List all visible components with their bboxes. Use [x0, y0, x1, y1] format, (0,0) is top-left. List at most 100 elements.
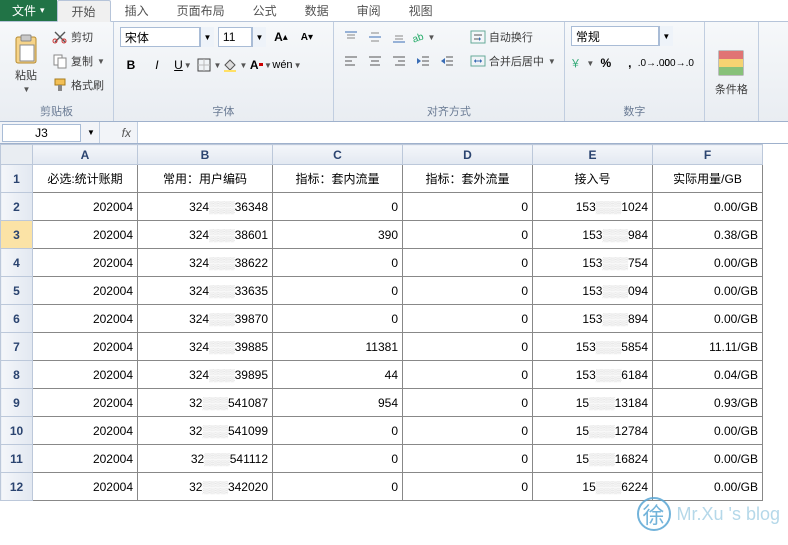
tab-view[interactable]: 视图 — [395, 0, 447, 21]
increase-font-button[interactable]: A▴ — [270, 26, 292, 48]
cell-E3[interactable]: 153▒▒▒984 — [533, 221, 653, 249]
row-header-10[interactable]: 10 — [1, 417, 33, 445]
cell-B11[interactable]: 32▒▒▒541112 — [138, 445, 273, 473]
chevron-down-icon[interactable]: ▼ — [252, 27, 266, 47]
formula-input[interactable] — [138, 122, 788, 143]
cell-C10[interactable]: 0 — [273, 417, 403, 445]
cell-D8[interactable]: 0 — [403, 361, 533, 389]
font-size-select[interactable]: 11 — [218, 27, 252, 47]
font-color-button[interactable]: A▼ — [250, 54, 272, 76]
align-middle-button[interactable] — [364, 26, 386, 48]
cell-C3[interactable]: 390 — [273, 221, 403, 249]
cell-C2[interactable]: 0 — [273, 193, 403, 221]
cell-A2[interactable]: 202004 — [33, 193, 138, 221]
bold-button[interactable]: B — [120, 54, 142, 76]
cell-E8[interactable]: 153▒▒▒6184 — [533, 361, 653, 389]
cell-E4[interactable]: 153▒▒▒754 — [533, 249, 653, 277]
cell-B2[interactable]: 324▒▒▒36348 — [138, 193, 273, 221]
row-header-9[interactable]: 9 — [1, 389, 33, 417]
percent-button[interactable]: % — [595, 52, 617, 74]
spreadsheet-grid[interactable]: ABCDEF1必选:统计账期常用：用户编码指标：套内流量指标：套外流量接入号实际… — [0, 144, 788, 545]
conditional-formatting-button[interactable]: 条件格 — [711, 26, 752, 117]
cell-B3[interactable]: 324▒▒▒38601 — [138, 221, 273, 249]
col-header-C[interactable]: C — [273, 145, 403, 165]
cell-F6[interactable]: 0.00/GB — [653, 305, 763, 333]
cell-B6[interactable]: 324▒▒▒39870 — [138, 305, 273, 333]
fx-button[interactable]: fx — [100, 122, 138, 143]
cell-D9[interactable]: 0 — [403, 389, 533, 417]
cell-A10[interactable]: 202004 — [33, 417, 138, 445]
cell-C9[interactable]: 954 — [273, 389, 403, 417]
row-header-4[interactable]: 4 — [1, 249, 33, 277]
row-header-11[interactable]: 11 — [1, 445, 33, 473]
chevron-down-icon[interactable]: ▼ — [83, 128, 99, 137]
cell-F1[interactable]: 实际用量/GB — [653, 165, 763, 193]
phonetic-button[interactable]: wén▼ — [276, 54, 298, 76]
align-right-button[interactable] — [388, 50, 410, 72]
chevron-down-icon[interactable]: ▼ — [200, 27, 214, 47]
format-painter-button[interactable]: 格式刷 — [50, 74, 107, 96]
orientation-button[interactable]: ab▼ — [412, 26, 434, 48]
paste-button[interactable]: 粘贴 ▼ — [6, 26, 46, 101]
cell-F2[interactable]: 0.00/GB — [653, 193, 763, 221]
cell-E10[interactable]: 15▒▒▒12784 — [533, 417, 653, 445]
decrease-decimal-button[interactable]: .00→.0 — [667, 52, 689, 74]
align-left-button[interactable] — [340, 50, 362, 72]
align-bottom-button[interactable] — [388, 26, 410, 48]
cell-F9[interactable]: 0.93/GB — [653, 389, 763, 417]
col-header-D[interactable]: D — [403, 145, 533, 165]
cell-A3[interactable]: 202004 — [33, 221, 138, 249]
cell-C6[interactable]: 0 — [273, 305, 403, 333]
row-header-12[interactable]: 12 — [1, 473, 33, 501]
cell-B4[interactable]: 324▒▒▒38622 — [138, 249, 273, 277]
tab-home[interactable]: 开始 — [57, 0, 111, 22]
cell-A1[interactable]: 必选:统计账期 — [33, 165, 138, 193]
cell-A12[interactable]: 202004 — [33, 473, 138, 501]
cell-E7[interactable]: 153▒▒▒5854 — [533, 333, 653, 361]
number-format-select[interactable]: 常规 — [571, 26, 659, 46]
cell-E1[interactable]: 接入号 — [533, 165, 653, 193]
cell-E2[interactable]: 153▒▒▒1024 — [533, 193, 653, 221]
decrease-indent-button[interactable] — [412, 50, 434, 72]
cell-B12[interactable]: 32▒▒▒342020 — [138, 473, 273, 501]
row-header-7[interactable]: 7 — [1, 333, 33, 361]
increase-indent-button[interactable] — [436, 50, 458, 72]
col-header-B[interactable]: B — [138, 145, 273, 165]
col-header-E[interactable]: E — [533, 145, 653, 165]
cell-F5[interactable]: 0.00/GB — [653, 277, 763, 305]
cell-B5[interactable]: 324▒▒▒33635 — [138, 277, 273, 305]
cell-A4[interactable]: 202004 — [33, 249, 138, 277]
cell-A7[interactable]: 202004 — [33, 333, 138, 361]
row-header-3[interactable]: 3 — [1, 221, 33, 249]
cell-D2[interactable]: 0 — [403, 193, 533, 221]
cell-B1[interactable]: 常用：用户编码 — [138, 165, 273, 193]
select-all-corner[interactable] — [1, 145, 33, 165]
tab-formulas[interactable]: 公式 — [239, 0, 291, 21]
cell-A6[interactable]: 202004 — [33, 305, 138, 333]
cell-A11[interactable]: 202004 — [33, 445, 138, 473]
tab-file[interactable]: 文件 — [0, 0, 57, 21]
cell-F4[interactable]: 0.00/GB — [653, 249, 763, 277]
cell-C12[interactable]: 0 — [273, 473, 403, 501]
cell-D4[interactable]: 0 — [403, 249, 533, 277]
cell-C11[interactable]: 0 — [273, 445, 403, 473]
cell-D12[interactable]: 0 — [403, 473, 533, 501]
merge-center-button[interactable]: 合并后居中▼ — [468, 50, 558, 72]
cell-E6[interactable]: 153▒▒▒894 — [533, 305, 653, 333]
cell-E5[interactable]: 153▒▒▒094 — [533, 277, 653, 305]
cell-B10[interactable]: 32▒▒▒541099 — [138, 417, 273, 445]
fill-color-button[interactable]: ▼ — [224, 54, 246, 76]
tab-data[interactable]: 数据 — [291, 0, 343, 21]
decrease-font-button[interactable]: A▾ — [296, 26, 318, 48]
cell-F7[interactable]: 11.11/GB — [653, 333, 763, 361]
row-header-5[interactable]: 5 — [1, 277, 33, 305]
row-header-6[interactable]: 6 — [1, 305, 33, 333]
accounting-format-button[interactable]: ￥▼ — [571, 52, 593, 74]
tab-page-layout[interactable]: 页面布局 — [163, 0, 239, 21]
underline-button[interactable]: U▼ — [172, 54, 194, 76]
col-header-F[interactable]: F — [653, 145, 763, 165]
cell-B7[interactable]: 324▒▒▒39885 — [138, 333, 273, 361]
cell-B9[interactable]: 32▒▒▒541087 — [138, 389, 273, 417]
align-top-button[interactable] — [340, 26, 362, 48]
cell-F3[interactable]: 0.38/GB — [653, 221, 763, 249]
